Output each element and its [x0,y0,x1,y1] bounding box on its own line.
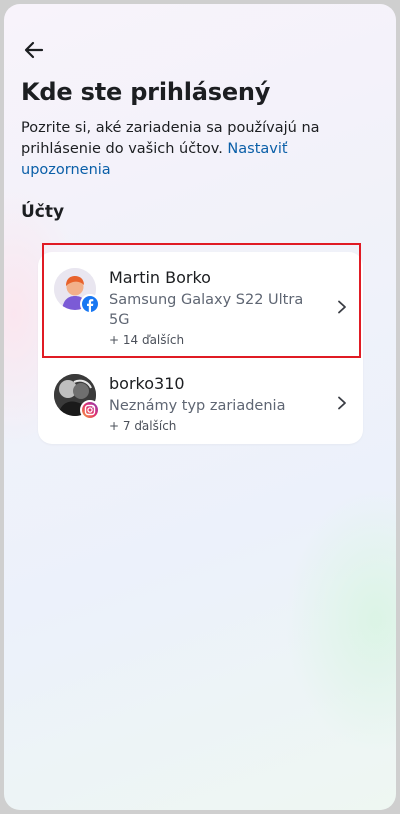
account-row-instagram[interactable]: borko310 Neznámy typ zariadenia + 7 ďalš… [38,364,363,444]
background-glow [286,490,396,750]
chevron-right-icon [338,300,346,314]
device-frame: Kde ste prihlásený Pozrite si, aké zaria… [0,0,400,814]
account-device: Neznámy typ zariadenia [109,398,286,414]
page-description: Pozrite si, aké zariadenia sa používajú … [21,118,341,181]
instagram-icon [80,400,100,420]
chevron-right-icon [338,396,346,410]
page-title: Kde ste prihlásený [21,78,271,106]
back-button[interactable] [20,36,48,64]
section-title-accounts: Účty [21,202,65,222]
account-row-facebook[interactable]: Martin Borko Samsung Galaxy S22 Ultra 5G… [38,252,363,362]
accounts-sheet: Kde ste prihlásený Pozrite si, aké zaria… [4,4,396,810]
account-more-devices: + 7 ďalších [109,419,177,433]
facebook-icon [80,294,100,314]
account-name: Martin Borko [109,268,211,287]
arrow-left-icon [24,41,44,59]
account-name: borko310 [109,374,185,393]
account-device: Samsung Galaxy S22 Ultra 5G [109,292,304,328]
account-more-devices: + 14 ďalších [109,333,185,347]
accounts-card: Martin Borko Samsung Galaxy S22 Ultra 5G… [38,252,363,444]
